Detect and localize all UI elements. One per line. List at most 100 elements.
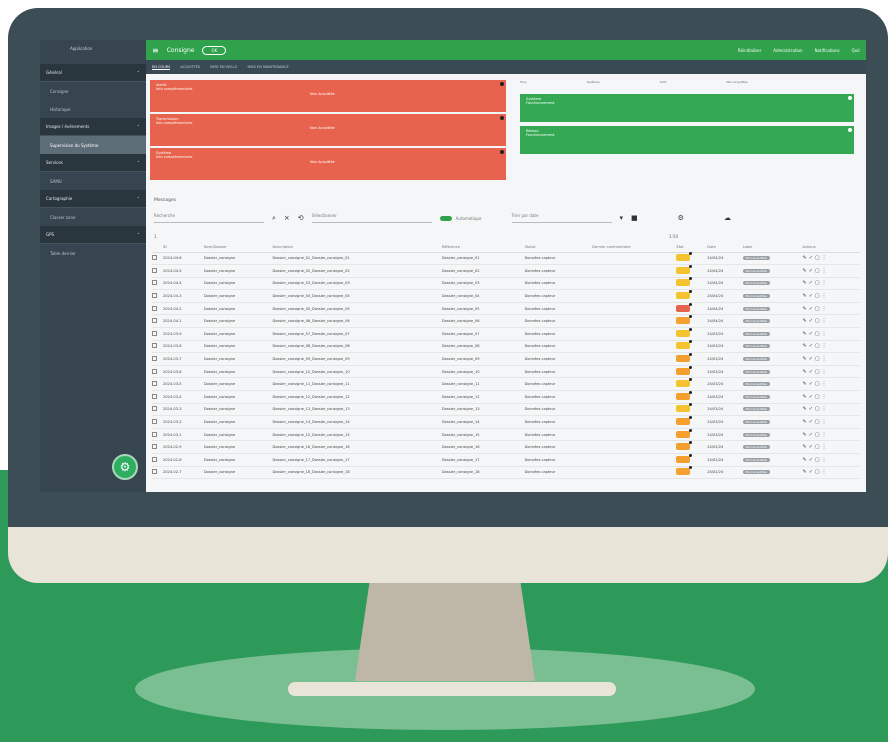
row-checkbox[interactable]	[152, 318, 157, 324]
column-header[interactable]: Référence	[441, 242, 525, 253]
sidebar-section[interactable]: Images / événements ⌃	[40, 118, 146, 136]
more-icon[interactable]: ⋮	[822, 369, 829, 375]
row-checkbox[interactable]	[152, 255, 157, 261]
select-field[interactable]: Sélectionner	[311, 213, 432, 223]
sidebar-item[interactable]: Table dernier	[40, 244, 146, 262]
top-link[interactable]: Administration	[773, 48, 802, 53]
sidebar-item[interactable]: SAMU	[40, 172, 146, 190]
more-icon[interactable]: ⋮	[822, 356, 829, 362]
trash-icon[interactable]: ▢	[815, 432, 822, 438]
sidebar-section[interactable]: Général ⌃	[40, 64, 146, 82]
sidebar-section[interactable]: GPS ⌃	[40, 226, 146, 244]
trash-icon[interactable]: ▢	[815, 419, 822, 425]
sidebar-item[interactable]: Classer zone	[40, 208, 146, 226]
more-icon[interactable]: ⋮	[822, 469, 829, 475]
trash-icon[interactable]: ▢	[815, 469, 822, 475]
row-checkbox[interactable]	[152, 305, 157, 311]
trash-icon[interactable]: ▢	[815, 369, 822, 375]
trash-icon[interactable]: ▢	[815, 444, 822, 450]
row-checkbox[interactable]	[152, 293, 157, 299]
row-checkbox[interactable]	[152, 267, 157, 273]
row-checkbox[interactable]	[152, 431, 157, 437]
trash-icon[interactable]: ▢	[815, 343, 822, 349]
ok-card[interactable]: Système Fonctionnement	[520, 94, 854, 122]
sidebar-section[interactable]: Cartographie ⌃	[40, 190, 146, 208]
more-icon[interactable]: ⋮	[822, 457, 829, 463]
tab[interactable]: ACQUITTÉS	[180, 65, 200, 69]
row-checkbox[interactable]	[152, 368, 157, 374]
table-row[interactable]: 2024-04-3 Dossier_consigne Dossier_consign…	[152, 289, 860, 303]
row-checkbox[interactable]	[152, 330, 157, 336]
column-header[interactable]: Actions	[802, 242, 860, 253]
table-row[interactable]: 2024-04-4 Dossier_consigne Dossier_consign…	[152, 277, 860, 291]
tab[interactable]: EN COURS	[152, 65, 171, 70]
trash-icon[interactable]: ▢	[815, 331, 822, 337]
row-checkbox[interactable]	[152, 356, 157, 362]
table-row[interactable]: 2024-03-3 Dossier_consigne Dossier_consign…	[152, 403, 860, 417]
filter-item[interactable]: Système	[587, 80, 600, 86]
trash-icon[interactable]: ▢	[815, 406, 822, 412]
search-input[interactable]: Recherche	[154, 213, 264, 223]
column-header[interactable]: ID	[162, 242, 204, 253]
column-header[interactable]: Dernier commentaire	[592, 242, 677, 253]
search-icon[interactable]: ⌕	[272, 214, 276, 223]
column-header[interactable]	[152, 242, 163, 253]
table-row[interactable]: 2024-02-8 Dossier_consigne Dossier_consign…	[152, 453, 860, 467]
tab[interactable]: MISE EN MAINTENANCE	[247, 65, 288, 69]
top-link[interactable]: Quit	[852, 48, 860, 53]
column-header[interactable]: État	[676, 242, 708, 253]
alert-card[interactable]: Système Info complémentaire Non Acquittée	[150, 148, 506, 180]
filter-item[interactable]: Actif	[660, 80, 667, 86]
trash-icon[interactable]: ▢	[815, 255, 822, 261]
trash-icon[interactable]: ▢	[815, 318, 822, 324]
close-icon[interactable]: ×	[284, 214, 290, 222]
table-row[interactable]: 2024-04-2 Dossier_consigne Dossier_consign…	[152, 302, 860, 316]
sidebar-item[interactable]: Historique	[40, 100, 146, 118]
more-icon[interactable]: ⋮	[822, 406, 829, 412]
status-pill[interactable]: OK	[202, 45, 227, 55]
menu-icon[interactable]: ≡	[152, 46, 159, 55]
table-row[interactable]: 2024-03-8 Dossier_consigne Dossier_consign…	[152, 340, 860, 354]
top-link[interactable]: Notifications	[815, 48, 840, 53]
table-row[interactable]: 2024-03-6 Dossier_consigne Dossier_consign…	[152, 365, 860, 379]
column-header[interactable]: Description	[272, 242, 442, 253]
table-row[interactable]: 2024-04-5 Dossier_consigne Dossier_consign…	[152, 264, 860, 278]
column-header[interactable]: Statut	[524, 242, 593, 253]
table-row[interactable]: 2024-02-7 Dossier_consigne Dossier_consign…	[152, 466, 860, 480]
alert-card[interactable]: Alerte Info complémentaire Non Acquittée	[150, 80, 506, 112]
pager-page[interactable]: 1	[154, 234, 157, 239]
more-icon[interactable]: ⋮	[822, 394, 829, 400]
more-icon[interactable]: ⋮	[822, 280, 829, 286]
ok-card[interactable]: Réseau Fonctionnement	[520, 126, 854, 154]
more-icon[interactable]: ⋮	[822, 432, 829, 438]
row-checkbox[interactable]	[152, 469, 157, 475]
more-icon[interactable]: ⋮	[822, 318, 829, 324]
trash-icon[interactable]: ▢	[815, 293, 822, 299]
row-checkbox[interactable]	[152, 343, 157, 349]
row-checkbox[interactable]	[152, 381, 157, 387]
row-checkbox[interactable]	[152, 419, 157, 425]
table-row[interactable]: 2024-03-5 Dossier_consigne Dossier_consign…	[152, 377, 860, 392]
table-row[interactable]: 2024-04-1 Dossier_consigne Dossier_consign…	[152, 314, 860, 329]
more-icon[interactable]: ⋮	[822, 381, 829, 387]
table-row[interactable]: 2024-03-2 Dossier_consigne Dossier_consign…	[152, 415, 860, 429]
more-icon[interactable]: ⋮	[822, 255, 829, 261]
row-checkbox[interactable]	[152, 444, 157, 450]
trash-icon[interactable]: ▢	[815, 306, 822, 312]
row-checkbox[interactable]	[152, 393, 157, 399]
tab[interactable]: MISE EN VEILLE	[210, 65, 237, 69]
sidebar-item[interactable]: Consigne	[40, 82, 146, 100]
trash-icon[interactable]: ▢	[815, 280, 822, 286]
top-link[interactable]: Réinitialiser	[738, 48, 761, 53]
column-header[interactable]: Label	[742, 242, 803, 253]
more-icon[interactable]: ⋮	[822, 268, 829, 274]
sidebar-item[interactable]: Supervision du Système	[40, 136, 146, 154]
more-icon[interactable]: ⋮	[822, 331, 829, 337]
column-header[interactable]: Date	[707, 242, 743, 253]
auto-toggle[interactable]	[439, 215, 452, 221]
more-icon[interactable]: ⋮	[822, 444, 829, 450]
more-icon[interactable]: ⋮	[822, 293, 829, 299]
grid-icon[interactable]: ■	[631, 214, 638, 222]
filter-item[interactable]: Tous	[520, 80, 527, 86]
table-row[interactable]: 2024-03-7 Dossier_consigne Dossier_consign…	[152, 352, 860, 366]
